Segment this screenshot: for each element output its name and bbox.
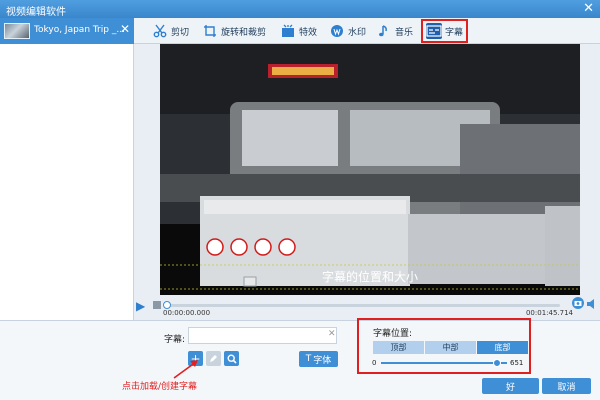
video-frame-image (160, 44, 580, 295)
tab-label: 特效 (299, 27, 318, 38)
subtitle-field-label: 字幕: (164, 335, 186, 345)
ok-button[interactable]: 好 (482, 378, 539, 394)
subtitle-position-panel: 字幕位置: 顶部 中部 底部 0 651 (357, 318, 531, 374)
music-note-icon (376, 23, 392, 39)
video-preview: 字幕的位置和大小 (160, 44, 580, 295)
font-button[interactable]: T 字体 (299, 351, 338, 367)
position-slider-track[interactable] (381, 362, 507, 364)
tab-label: 音乐 (395, 27, 414, 38)
seek-handle[interactable] (163, 301, 171, 309)
video-thumbnail (4, 23, 30, 39)
tab-label: 旋转和裁剪 (221, 27, 267, 38)
subtitle-icon (426, 23, 442, 39)
file-name: Tokyo, Japan Trip _... (34, 25, 125, 35)
edit-subtitle-button[interactable] (206, 351, 221, 366)
volume-icon[interactable] (586, 298, 598, 310)
tab-cut[interactable]: 剪切 (152, 20, 189, 42)
position-max-value: 651 (510, 359, 524, 367)
tab-music[interactable]: 音乐 (376, 20, 413, 42)
tab-label: 水印 (348, 27, 367, 38)
remove-file-button[interactable]: ✕ (120, 22, 130, 36)
search-subtitle-button[interactable] (224, 351, 239, 366)
position-option-top[interactable]: 顶部 (373, 341, 424, 354)
position-min-value: 0 (372, 359, 377, 367)
stop-icon[interactable] (153, 301, 161, 309)
pencil-icon (210, 355, 217, 362)
font-icon: T (305, 354, 312, 364)
current-time: 00:00:00.000 (163, 309, 211, 317)
cancel-button[interactable]: 取消 (542, 378, 591, 394)
position-title: 字幕位置: (373, 329, 413, 339)
effects-icon (280, 23, 296, 39)
tab-label: 剪切 (171, 27, 190, 38)
subtitle-file-input[interactable] (188, 327, 337, 344)
play-icon[interactable]: ▶ (136, 299, 145, 313)
search-icon (226, 353, 237, 364)
hint-arrow-icon (173, 360, 198, 379)
file-list-panel: Tokyo, Japan Trip _... ✕ (0, 18, 134, 320)
scissors-icon (152, 23, 168, 39)
position-option-bottom[interactable]: 底部 (477, 341, 528, 354)
tab-rotate-crop[interactable]: 旋转和裁剪 (202, 20, 266, 42)
edit-toolbar: 剪切 旋转和裁剪 特效 水印 音乐 字幕 (134, 18, 600, 44)
window-close-button[interactable]: ✕ (583, 1, 594, 16)
tab-watermark[interactable]: 水印 (329, 20, 366, 42)
subtitle-overlay-text: 字幕的位置和大小 (321, 270, 418, 284)
position-option-middle[interactable]: 中部 (425, 341, 476, 354)
tab-effects[interactable]: 特效 (280, 20, 317, 42)
tab-label: 字幕 (445, 27, 464, 38)
clear-subtitle-icon[interactable]: ✕ (328, 329, 336, 339)
position-selector: 顶部 中部 底部 (373, 341, 529, 354)
watermark-icon (329, 23, 345, 39)
hint-text: 点击加载/创建字幕 (122, 382, 198, 392)
rotate-crop-icon (202, 23, 218, 39)
seek-track[interactable] (165, 304, 560, 307)
title-bar: 视频编辑软件 ✕ (0, 0, 600, 18)
window-title: 视频编辑软件 (6, 7, 66, 18)
file-list-item[interactable]: Tokyo, Japan Trip _... ✕ (0, 18, 134, 44)
playback-bar: ▶ 00:00:00.000 00:01:45.714 (134, 295, 600, 320)
total-duration: 00:01:45.714 (525, 309, 573, 317)
position-slider-handle[interactable] (493, 359, 502, 367)
camera-snapshot-icon[interactable] (571, 296, 585, 310)
font-button-label: 字体 (313, 355, 332, 366)
tab-subtitle[interactable]: 字幕 (421, 19, 469, 43)
